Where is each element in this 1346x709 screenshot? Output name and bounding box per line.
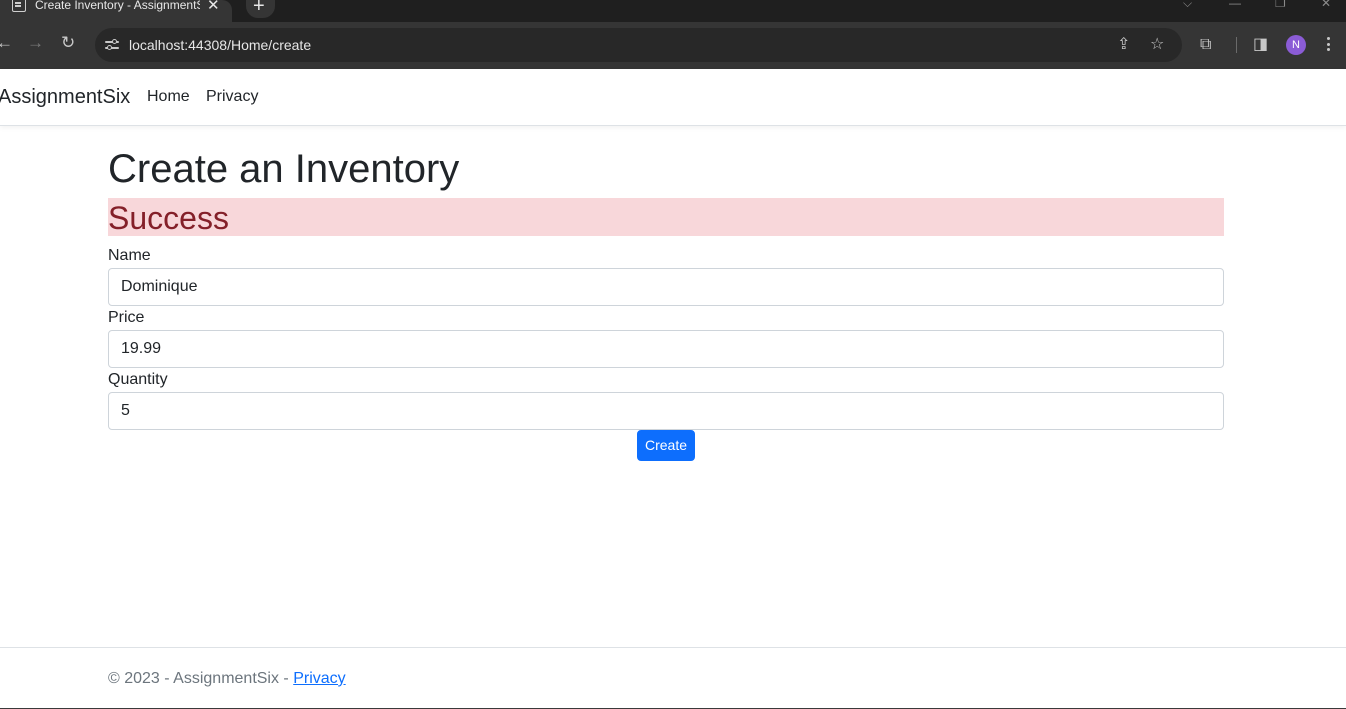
toolbar-divider: [1236, 37, 1237, 53]
navbar-brand[interactable]: AssignmentSix: [0, 86, 130, 109]
success-alert: Success: [108, 198, 1224, 236]
tab-title: Create Inventory - AssignmentSix: [35, 0, 200, 12]
site-navbar: AssignmentSix Home Privacy: [0, 69, 1346, 126]
plus-icon: +: [253, 0, 265, 17]
price-input[interactable]: [108, 330, 1224, 368]
address-bar[interactable]: localhost:44308/Home/create ⇪ ☆: [95, 28, 1182, 62]
page-title: Create an Inventory: [108, 147, 460, 191]
nav-link-privacy[interactable]: Privacy: [206, 88, 258, 106]
quantity-label: Quantity: [108, 371, 168, 388]
site-settings-icon[interactable]: [105, 38, 119, 52]
url-text[interactable]: localhost:44308/Home/create: [129, 37, 311, 53]
site-footer: © 2023 - AssignmentSix - Privacy: [0, 647, 1346, 708]
price-label: Price: [108, 309, 145, 326]
new-tab-button[interactable]: +: [246, 0, 275, 18]
minimize-icon[interactable]: —: [1229, 0, 1241, 10]
tab-close-icon[interactable]: ✕: [207, 0, 220, 14]
name-input[interactable]: [108, 268, 1224, 306]
reload-icon[interactable]: ↻: [61, 33, 75, 53]
alert-message: Success: [108, 200, 229, 236]
footer-text: © 2023 - AssignmentSix - Privacy: [108, 670, 346, 688]
browser-tab[interactable]: Create Inventory - AssignmentSix ✕: [0, 0, 232, 22]
tab-search-icon[interactable]: ⌵: [1183, 0, 1192, 11]
nav-link-home[interactable]: Home: [147, 88, 190, 106]
name-label: Name: [108, 247, 151, 264]
footer-privacy-link[interactable]: Privacy: [293, 670, 345, 687]
bookmark-star-icon[interactable]: ☆: [1150, 35, 1164, 55]
copyright-text: © 2023 - AssignmentSix -: [108, 670, 294, 687]
side-panel-icon[interactable]: ◨: [1253, 35, 1268, 55]
window-close-icon[interactable]: ✕: [1321, 0, 1331, 10]
restore-icon[interactable]: ❐: [1275, 0, 1286, 10]
create-button[interactable]: Create: [637, 430, 695, 461]
browser-toolbar: ← → ↻ localhost:44308/Home/create ⇪ ☆ ⧉ …: [0, 22, 1346, 69]
browser-tab-strip: Create Inventory - AssignmentSix ✕ + ⌵ —…: [0, 0, 1346, 22]
forward-arrow-icon[interactable]: →: [27, 33, 44, 53]
share-icon[interactable]: ⇪: [1117, 35, 1130, 55]
profile-avatar[interactable]: N: [1286, 35, 1306, 55]
extensions-puzzle-icon[interactable]: ⧉: [1200, 35, 1211, 55]
back-arrow-icon[interactable]: ←: [0, 33, 13, 53]
browser-menu-icon[interactable]: [1327, 37, 1331, 54]
quantity-input[interactable]: [108, 392, 1224, 430]
page-favicon-icon: [12, 0, 26, 12]
